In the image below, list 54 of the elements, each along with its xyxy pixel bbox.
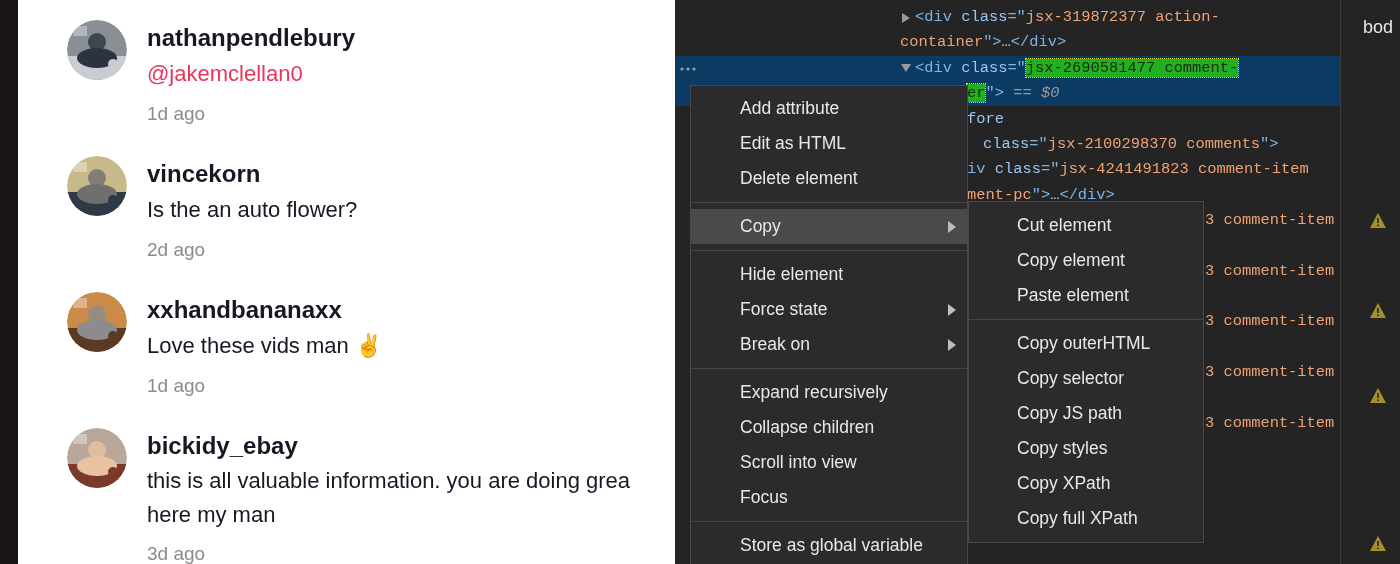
- comment-text: here my man: [147, 501, 277, 529]
- code-line: 3 comment-item: [1205, 260, 1335, 282]
- menu-item[interactable]: Expand recursively: [691, 375, 967, 410]
- menu-item[interactable]: Copy selector: [969, 361, 1203, 396]
- comment-time: 3d ago: [147, 544, 207, 564]
- comment-time: 2d ago: [147, 240, 207, 260]
- warning-icon: [1370, 213, 1386, 228]
- menu-item[interactable]: Copy styles: [969, 431, 1203, 466]
- code-line: fore: [967, 108, 1004, 130]
- code-line: iv class="jsx-4241491823 comment-item: [967, 159, 1309, 181]
- menu-item[interactable]: Add attribute: [691, 91, 967, 126]
- menu-item[interactable]: Copy element: [969, 243, 1203, 278]
- warning-icon: [1370, 536, 1386, 551]
- comment-text: this is all valuable information. you are doing grea: [147, 467, 631, 495]
- username[interactable]: xxhandbananaxx: [147, 292, 382, 328]
- menu-item[interactable]: Focus: [691, 480, 967, 515]
- code-line: <div class="jsx-319872377 action-: [915, 7, 1220, 29]
- menu-item[interactable]: Copy outerHTML: [969, 326, 1203, 361]
- code-line: 3 comment-item: [1205, 209, 1335, 231]
- code-line: er"> == $0: [967, 83, 1060, 105]
- warning-icon: [1370, 303, 1386, 318]
- menu-item[interactable]: Hide element: [691, 257, 967, 292]
- menu-item[interactable]: Cut element: [969, 208, 1203, 243]
- username[interactable]: vincekorn: [147, 156, 358, 192]
- comment-text: Love these vids man ✌: [147, 332, 382, 360]
- menu-item[interactable]: Delete element: [691, 161, 967, 196]
- styles-text: bod: [1363, 17, 1394, 37]
- username[interactable]: bickidy_ebay: [147, 428, 631, 464]
- menu-item[interactable]: Copy full XPath: [969, 501, 1203, 536]
- menu-item[interactable]: Store as global variable: [691, 528, 967, 563]
- code-line: ment-pc">…</div>: [967, 184, 1115, 206]
- code-line: class="jsx-2100298370 comments">: [983, 133, 1279, 155]
- code-line: 3 comment-item: [1205, 362, 1335, 383]
- username[interactable]: nathanpendlebury: [147, 20, 356, 56]
- menu-item[interactable]: Copy: [691, 209, 967, 244]
- menu-item[interactable]: Edit as HTML: [691, 126, 967, 161]
- menu-item[interactable]: Copy JS path: [969, 396, 1203, 431]
- expand-triangle-icon[interactable]: [900, 11, 912, 24]
- code-line: 3 comment-item: [1205, 311, 1335, 333]
- comment-time: 1d ago: [147, 376, 207, 396]
- more-icon[interactable]: [680, 67, 696, 71]
- comment-time: 1d ago: [147, 104, 207, 124]
- menu-item[interactable]: Force state: [691, 292, 967, 327]
- code-line: container">…</div>: [900, 32, 1067, 54]
- menu-item[interactable]: Scroll into view: [691, 445, 967, 480]
- code-line: 3 comment-item: [1205, 412, 1335, 434]
- comment-text: Is the an auto flower?: [147, 196, 358, 224]
- code-line: <div class="jsx-2690581477 comment-: [915, 57, 1239, 79]
- menu-item[interactable]: Copy XPath: [969, 466, 1203, 501]
- warning-icon: [1370, 388, 1386, 403]
- menu-item[interactable]: Paste element: [969, 278, 1203, 313]
- menu-item[interactable]: Collapse children: [691, 410, 967, 445]
- mention-link[interactable]: @jakemclellan0: [147, 56, 356, 92]
- menu-item[interactable]: Break on: [691, 327, 967, 362]
